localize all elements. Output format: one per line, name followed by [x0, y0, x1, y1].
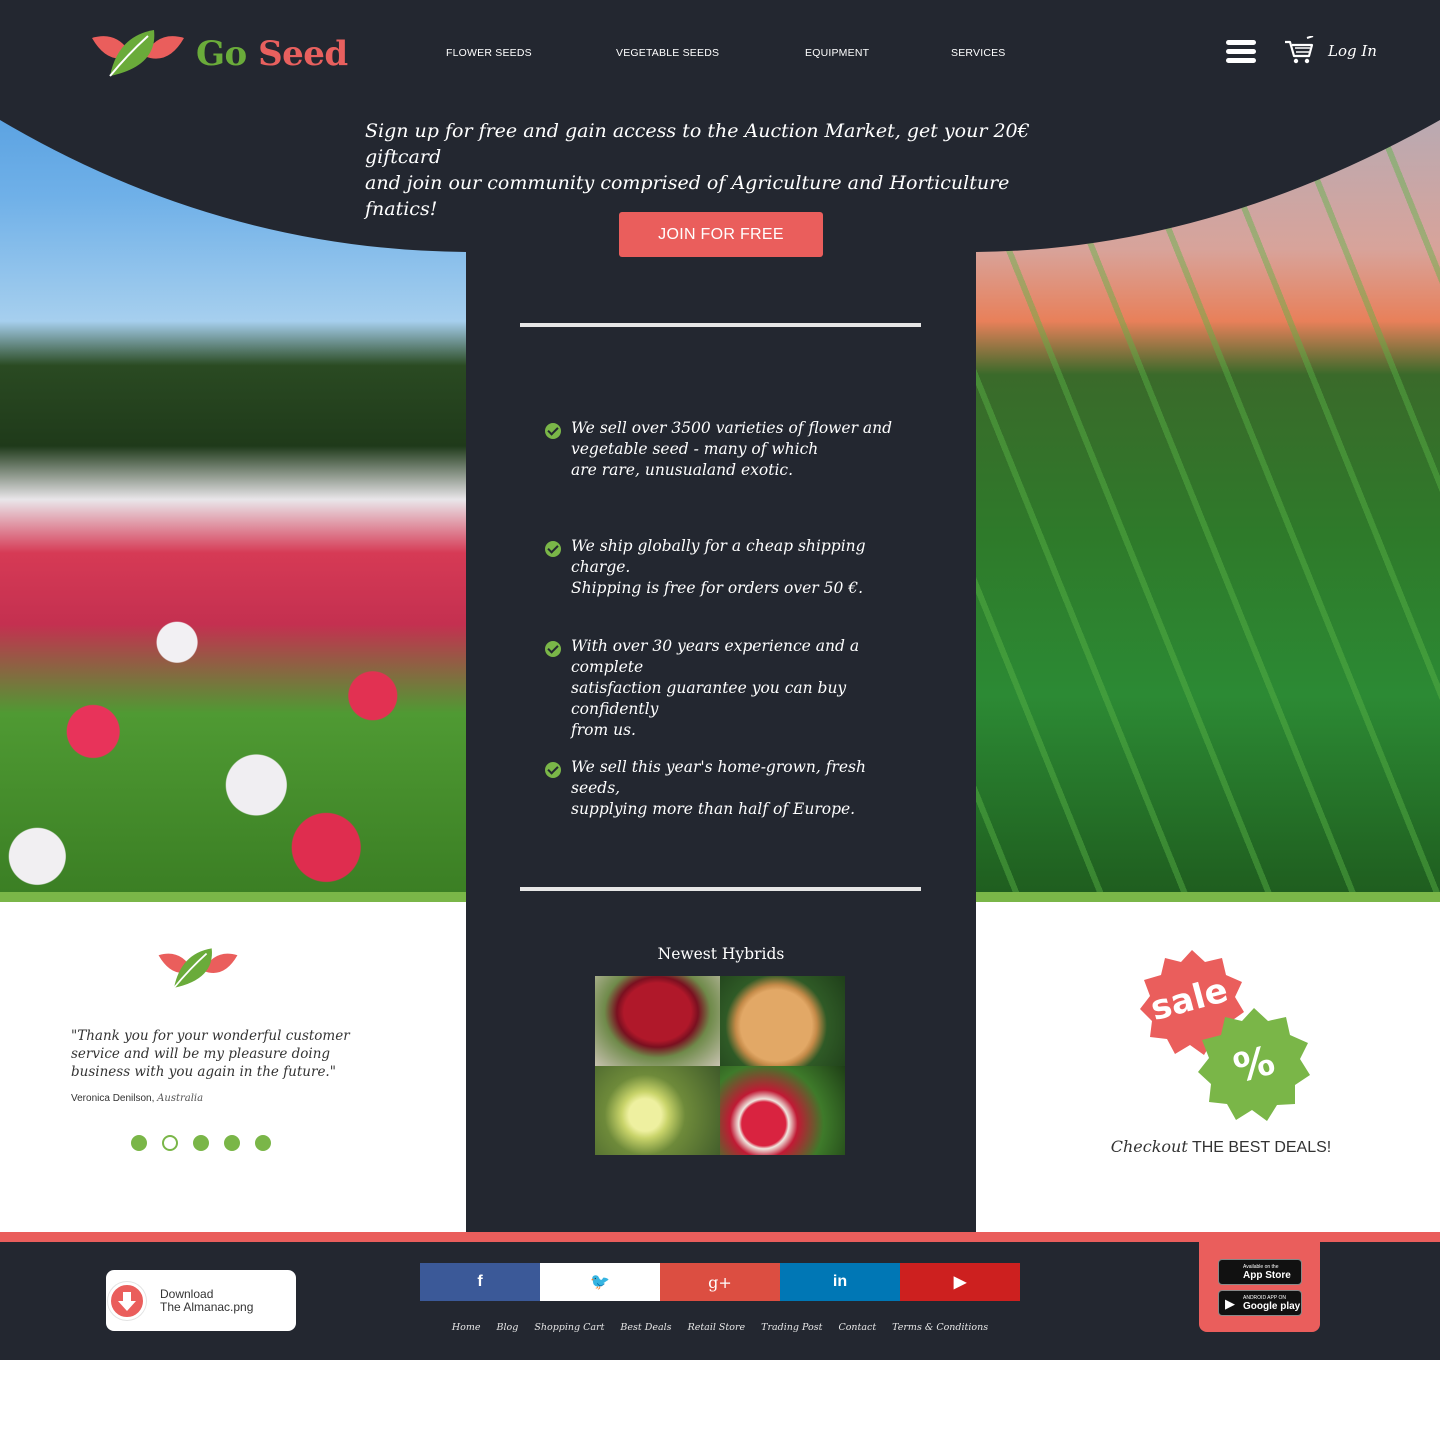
linkedin-icon[interactable]: in — [780, 1263, 900, 1301]
feature-item: We ship globally for a cheap shipping ch… — [545, 536, 905, 599]
feature-line: satisfaction guarantee you can buy confi… — [571, 679, 847, 718]
footer-link-home[interactable]: Home — [452, 1322, 481, 1333]
divider-top — [520, 323, 921, 327]
app-store-button[interactable]: Available on the App Store — [1218, 1259, 1302, 1285]
nav-equipment[interactable]: EQUIPMENT — [805, 47, 869, 59]
carousel-dot-active[interactable] — [162, 1135, 178, 1151]
app-store-big-text: App Store — [1243, 1269, 1291, 1281]
youtube-icon[interactable]: ▶ — [900, 1263, 1020, 1301]
carousel-dot[interactable] — [224, 1135, 240, 1151]
site-logo[interactable]: Go Seed — [88, 26, 348, 82]
newest-hybrids-title: Newest Hybrids — [657, 945, 785, 963]
google-play-big-text: Google play — [1243, 1300, 1301, 1312]
green-divider-left — [0, 892, 466, 902]
green-divider-right — [976, 892, 1440, 902]
google-play-button[interactable]: ▶ ANDROID APP ON Google play — [1218, 1290, 1302, 1316]
leaf-logo-icon — [92, 30, 184, 77]
feature-line: from us. — [571, 721, 636, 739]
hybrid-maple-image[interactable] — [595, 976, 720, 1066]
tagline-line-1: Sign up for free and gain access to the … — [365, 120, 1030, 168]
footer-link-blog[interactable]: Blog — [497, 1322, 519, 1333]
google-plus-icon[interactable]: g+ — [660, 1263, 780, 1301]
join-for-free-button[interactable]: JOIN FOR FREE — [619, 212, 823, 257]
feature-item: We sell this year's home-grown, fresh se… — [545, 757, 905, 820]
nav-flower-seeds[interactable]: FLOWER SEEDS — [446, 47, 532, 59]
divider-bottom — [520, 887, 921, 891]
logo-seed: Seed — [258, 34, 348, 74]
check-icon — [545, 423, 561, 439]
quote-line: "Thank you for your wonderful customer — [71, 1028, 350, 1044]
hybrid-melon-image[interactable] — [720, 976, 845, 1066]
nav-services[interactable]: SERVICES — [951, 47, 1006, 59]
download-label: Download — [160, 1286, 214, 1301]
logo-wordmark: Go Seed — [196, 34, 348, 74]
feature-line: are rare, unusualand exotic. — [571, 461, 794, 479]
facebook-icon[interactable]: f — [420, 1263, 540, 1301]
feature-line: vegetable seed - many of which — [571, 440, 819, 458]
carousel-dot[interactable] — [255, 1135, 271, 1151]
check-icon — [545, 541, 561, 557]
social-bar: f 🐦 g+ in ▶ — [420, 1263, 1020, 1301]
login-link[interactable]: Log In — [1328, 42, 1377, 60]
google-play-icon: ▶ — [1225, 1296, 1235, 1311]
feature-line: We sell over 3500 varieties of flower an… — [571, 419, 893, 437]
feature-line: We ship globally for a cheap shipping ch… — [571, 537, 866, 576]
logo-go: Go — [196, 34, 247, 74]
cart-icon[interactable] — [1283, 36, 1315, 66]
carousel-dot[interactable] — [131, 1135, 147, 1151]
carousel-dots — [131, 1135, 271, 1151]
sale-badge-icon[interactable]: sale % — [1130, 950, 1320, 1122]
download-almanac-button[interactable]: Download The Almanac.png — [106, 1270, 296, 1331]
footer-link-trading-post[interactable]: Trading Post — [761, 1322, 822, 1333]
author-country: Australia — [157, 1093, 204, 1104]
feature-line: We sell this year's home-grown, fresh se… — [571, 758, 866, 797]
testimonial-author: Veronica Denilson, Australia — [71, 1093, 204, 1104]
footer-link-retail-store[interactable]: Retail Store — [688, 1322, 746, 1333]
hybrid-radish-image[interactable] — [720, 1066, 845, 1155]
feature-item: With over 30 years experience and a comp… — [545, 636, 905, 741]
feature-line: With over 30 years experience and a comp… — [571, 637, 860, 676]
app-store-panel: Available on the App Store ▶ ANDROID APP… — [1199, 1242, 1320, 1332]
nav-vegetable-seeds[interactable]: VEGETABLE SEEDS — [616, 47, 719, 59]
hamburger-icon[interactable] — [1226, 40, 1256, 64]
footer-link-best-deals[interactable]: Best Deals — [620, 1322, 671, 1333]
signup-tagline: Sign up for free and gain access to the … — [365, 118, 1085, 222]
feature-line: Shipping is free for orders over 50 €. — [571, 579, 864, 597]
carousel-dot[interactable] — [193, 1135, 209, 1151]
leaf-logo-icon — [158, 948, 238, 989]
twitter-icon[interactable]: 🐦 — [540, 1263, 660, 1301]
deals-checkout-text: Checkout — [1110, 1137, 1188, 1156]
deals-best-text: THE BEST DEALS! — [1191, 1139, 1332, 1156]
download-filename: The Almanac.png — [160, 1299, 254, 1314]
footer-link-terms[interactable]: Terms & Conditions — [892, 1322, 988, 1333]
quote-line: business with you again in the future." — [71, 1064, 336, 1080]
download-icon — [108, 1281, 146, 1320]
check-icon — [545, 641, 561, 657]
footer-link-contact[interactable]: Contact — [838, 1322, 876, 1333]
author-name: Veronica Denilson — [71, 1093, 152, 1104]
feature-item: We sell over 3500 varieties of flower an… — [545, 418, 905, 481]
footer-link-shopping-cart[interactable]: Shopping Cart — [534, 1322, 604, 1333]
footer-links: Home Blog Shopping Cart Best Deals Retai… — [420, 1322, 1020, 1333]
best-deals-link[interactable]: Checkout THE BEST DEALS! — [976, 1137, 1440, 1157]
hybrid-flower-image[interactable] — [595, 1066, 720, 1155]
feature-line: supplying more than half of Europe. — [571, 800, 856, 818]
check-icon — [545, 762, 561, 778]
footer-accent-stripe — [0, 1232, 1440, 1242]
hybrids-grid — [595, 976, 845, 1155]
quote-line: service and will be my pleasure doing — [71, 1046, 331, 1062]
testimonial-quote: "Thank you for your wonderful customer s… — [71, 1027, 371, 1081]
